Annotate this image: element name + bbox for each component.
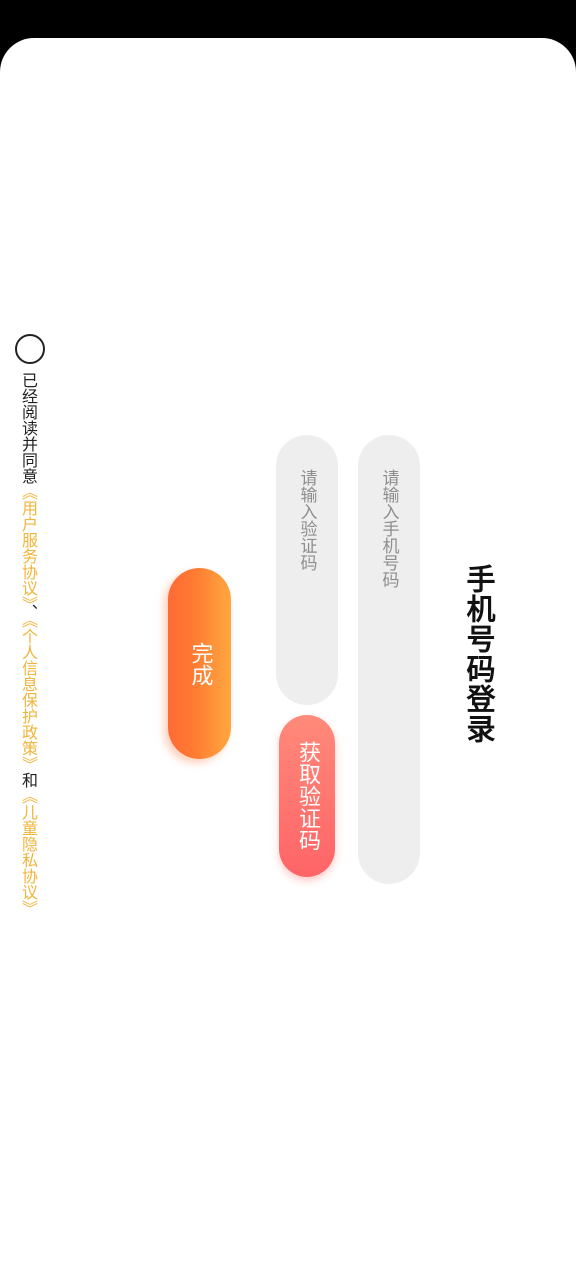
- children-privacy-link[interactable]: 《儿童隐私协议》: [19, 788, 38, 916]
- done-button-label: 完成: [187, 641, 213, 686]
- privacy-policy-link[interactable]: 《个人信息保护政策》: [19, 620, 38, 772]
- agreement-checkbox[interactable]: [15, 334, 45, 364]
- user-service-agreement-link[interactable]: 《用户服务协议》: [19, 484, 38, 604]
- phone-number-placeholder: 请输入手机号码: [378, 469, 399, 588]
- get-verification-code-label: 获取验证码: [295, 741, 320, 851]
- done-button[interactable]: 完成: [168, 568, 231, 759]
- verification-code-placeholder: 请输入验证码: [296, 469, 317, 571]
- verification-code-input[interactable]: 请输入验证码: [276, 435, 338, 705]
- login-sheet: 手机号码登录 请输入手机号码 请输入验证码 获取验证码 完成 已经阅读并同意《用…: [0, 38, 576, 1280]
- get-verification-code-button[interactable]: 获取验证码: [279, 715, 335, 877]
- page-title: 手机号码登录: [462, 564, 496, 744]
- status-bar: [0, 0, 576, 40]
- agreement-separator: 、: [19, 604, 38, 620]
- phone-number-input[interactable]: 请输入手机号码: [358, 435, 420, 884]
- agreement-text: 已经阅读并同意《用户服务协议》、《个人信息保护政策》和《儿童隐私协议》: [14, 372, 42, 916]
- agreement-and: 和: [19, 772, 38, 788]
- agreement-prefix: 已经阅读并同意: [19, 372, 38, 484]
